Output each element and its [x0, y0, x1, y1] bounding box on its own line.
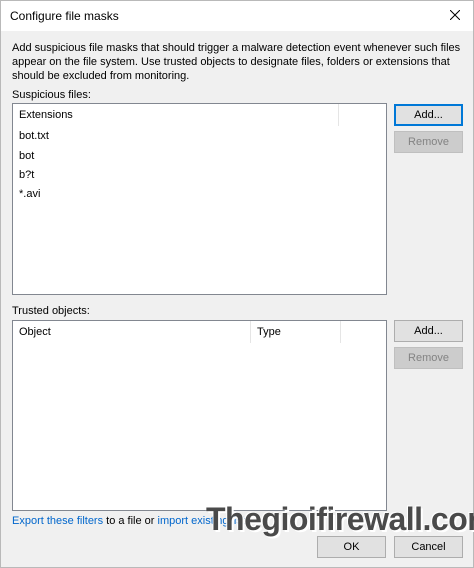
trusted-objects-label: Trusted objects:	[12, 305, 90, 317]
extensions-column-header[interactable]: Extensions	[13, 104, 339, 126]
export-filters-link[interactable]: Export these filters	[12, 515, 103, 527]
list-item[interactable]: b?t	[19, 166, 34, 185]
configure-file-masks-dialog: Configure file masks Add suspicious file…	[0, 0, 474, 568]
suspicious-files-list[interactable]: Extensions bot.txt bot b?t *.avi	[12, 103, 387, 295]
suspicious-add-button[interactable]: Add...	[394, 104, 463, 126]
list-item[interactable]: *.avi	[19, 185, 40, 204]
suspicious-remove-button[interactable]: Remove	[394, 131, 463, 153]
close-button[interactable]	[443, 4, 467, 26]
title-bar: Configure file masks	[1, 1, 473, 31]
close-icon	[450, 10, 460, 20]
dialog-description: Add suspicious file masks that should tr…	[12, 42, 461, 82]
object-column-header[interactable]: Object	[13, 321, 251, 343]
list-item[interactable]: bot	[19, 147, 34, 166]
dialog-title: Configure file masks	[10, 9, 119, 23]
suspicious-files-label: Suspicious files:	[12, 89, 91, 101]
trusted-add-button[interactable]: Add...	[394, 320, 463, 342]
trusted-remove-button[interactable]: Remove	[394, 347, 463, 369]
type-column-header[interactable]: Type	[251, 321, 341, 343]
list-item[interactable]: bot.txt	[19, 127, 49, 146]
trusted-objects-list[interactable]: Object Type	[12, 320, 387, 511]
ok-button[interactable]: OK	[317, 536, 386, 558]
cancel-button[interactable]: Cancel	[394, 536, 463, 558]
footer-middle-text: to a file or	[103, 515, 158, 527]
watermark: Thegioifirewall.com	[206, 501, 474, 537]
